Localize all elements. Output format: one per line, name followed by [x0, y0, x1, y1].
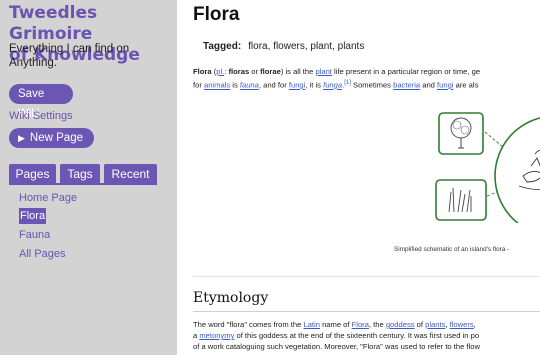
link-fungi[interactable]: fungi: [437, 81, 453, 90]
term-florae: florae: [260, 67, 281, 76]
figure-caption: Simplified schematic of an island's flor…: [394, 246, 510, 253]
link-plant[interactable]: plant: [315, 67, 331, 76]
text: ) is all the: [280, 67, 316, 76]
main-content: Flora Tagged: flora, flowers, plant, plan…: [177, 0, 540, 355]
link-bacteria[interactable]: bacteria: [393, 81, 420, 90]
tree-box: [438, 112, 484, 155]
text: of this goddess at the end of the sixtee…: [234, 331, 480, 340]
page-item-flora[interactable]: Flora: [19, 208, 47, 224]
text: Sometimes: [350, 80, 394, 90]
text: of: [414, 320, 426, 329]
page-item-all-pages[interactable]: All Pages: [19, 246, 65, 262]
tag-list[interactable]: flora, flowers, plant, plants: [248, 41, 364, 52]
text: or: [249, 67, 261, 76]
new-page-button[interactable]: ▶ New Page: [9, 128, 94, 148]
link-funga[interactable]: funga: [323, 81, 342, 90]
text: , the: [368, 320, 386, 329]
text: , it is: [305, 80, 324, 90]
section-underline: [193, 311, 540, 312]
tags-row: Tagged: flora, flowers, plant, plants: [203, 41, 364, 52]
text: for: [193, 80, 204, 90]
intro-line-1: Flora (pl.: floras or florae) is all the…: [193, 66, 480, 77]
text: ,: [473, 320, 476, 329]
flora-schematic-figure: [435, 112, 540, 223]
wiki-title-line1: Tweedles Grimoire: [9, 3, 98, 44]
tab-pages[interactable]: Pages: [9, 164, 56, 184]
tab-recent[interactable]: Recent: [104, 164, 157, 184]
term-flora: Flora: [193, 67, 212, 76]
link-metonymy[interactable]: metonymy: [199, 331, 234, 340]
link-plants[interactable]: plants: [425, 320, 445, 329]
etymology-line-3: of a work cataloguing such vegetation. M…: [193, 342, 480, 351]
intro-line-2: for animals is fauna, and for fungi, it …: [193, 78, 478, 91]
grass-box: [435, 179, 487, 221]
etymology-line-2: a metonymy of this goddess at the end of…: [193, 330, 479, 341]
citation-1[interactable]: [1]: [344, 80, 351, 86]
etymology-line-1: The word "flora" comes from the Latin na…: [193, 319, 476, 330]
tab-tags[interactable]: Tags: [60, 164, 100, 184]
link-fauna[interactable]: fauna: [240, 81, 259, 90]
text: The word "flora" comes from the: [193, 320, 304, 329]
page-title: Flora: [193, 4, 240, 25]
divider: [193, 276, 540, 277]
tabs-underline: [9, 183, 157, 185]
wiki-settings-link[interactable]: Wiki Settings: [9, 110, 73, 122]
page-item-home[interactable]: Home Page: [19, 190, 77, 206]
page-item-fauna[interactable]: Fauna: [19, 227, 50, 243]
tagged-label: Tagged:: [203, 41, 242, 52]
link-flora[interactable]: Flora: [352, 320, 369, 329]
text: name of: [319, 320, 352, 329]
island-circle: [494, 117, 540, 223]
link-latin[interactable]: Latin: [303, 320, 319, 329]
save-wiki-button[interactable]: Save Wiki: [9, 84, 73, 120]
text: are als: [453, 80, 479, 90]
text: , and for: [258, 80, 289, 90]
text: and: [420, 80, 438, 90]
sidebar: Tweedles Grimoire of Knowledge Everythin…: [0, 0, 177, 355]
link-animals[interactable]: animals: [204, 81, 230, 90]
section-title-etymology: Etymology: [193, 290, 269, 306]
link-fungi[interactable]: fungi: [289, 81, 305, 90]
wiki-subtitle: Everything I can find on Anything.: [9, 43, 130, 69]
link-goddess[interactable]: goddess: [386, 320, 415, 329]
text: is: [230, 80, 240, 90]
term-floras: floras: [228, 67, 250, 76]
link-flowers[interactable]: flowers: [450, 320, 474, 329]
new-page-label: New Page: [29, 132, 83, 144]
play-icon: ▶: [18, 133, 25, 143]
text: life present in a particular region or t…: [331, 67, 481, 76]
